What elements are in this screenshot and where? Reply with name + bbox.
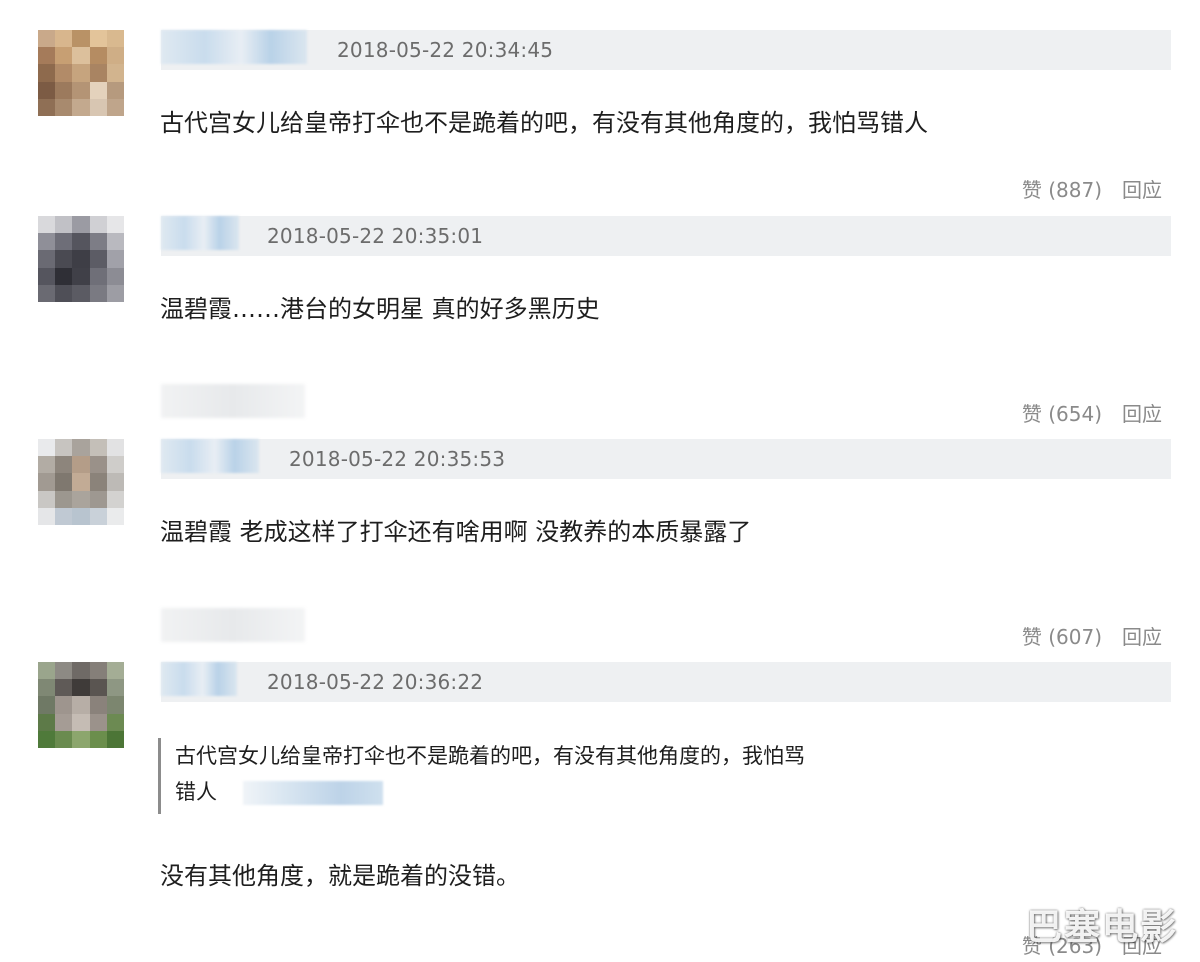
like-label: 赞: [1021, 625, 1042, 649]
reply-button[interactable]: 回应: [1122, 402, 1162, 426]
quoted-comment: 古代宫女儿给皇帝打伞也不是跪着的吧，有没有其他角度的，我怕骂 错人: [158, 738, 918, 814]
comment-text: 温碧霞 老成这样了打伞还有啥用啊 没教养的本质暴露了: [160, 518, 752, 546]
like-button[interactable]: 赞 (607): [1022, 625, 1102, 649]
comment-text: 没有其他角度，就是跪着的没错。: [160, 862, 520, 890]
comment-actions: 赞 (607) 回应: [1022, 621, 1162, 650]
avatar[interactable]: [38, 439, 124, 525]
like-label: 赞: [1021, 402, 1042, 426]
username[interactable]: [161, 216, 239, 250]
quote-line: 古代宫女儿给皇帝打伞也不是跪着的吧，有没有其他角度的，我怕骂: [175, 744, 805, 768]
username[interactable]: [161, 439, 259, 473]
username[interactable]: [161, 662, 237, 696]
comment-header: 2018-05-22 20:36:22: [161, 662, 1171, 702]
like-count: (887): [1048, 178, 1102, 202]
comment-timestamp: 2018-05-22 20:36:22: [267, 670, 484, 694]
like-button[interactable]: 赞 (654): [1022, 402, 1102, 426]
comment-text: 温碧霞……港台的女明星 真的好多黑历史: [160, 295, 600, 323]
like-label: 赞: [1021, 178, 1042, 202]
watermark-logo: 巴塞电影: [1025, 907, 1178, 948]
comment-text: 古代宫女儿给皇帝打伞也不是跪着的吧，有没有其他角度的，我怕骂错人: [160, 109, 928, 137]
username[interactable]: [161, 30, 307, 64]
like-count: (607): [1048, 625, 1102, 649]
reply-button[interactable]: 回应: [1122, 178, 1162, 202]
reply-button[interactable]: 回应: [1122, 625, 1162, 649]
quoted-username[interactable]: [243, 781, 383, 805]
avatar[interactable]: [38, 216, 124, 302]
quote-line: 错人: [175, 780, 217, 804]
like-count: (654): [1048, 402, 1102, 426]
like-button[interactable]: 赞 (887): [1022, 178, 1102, 202]
comment-actions: 赞 (887) 回应: [1022, 174, 1162, 203]
blurred-username: [161, 608, 305, 642]
avatar[interactable]: [38, 30, 124, 116]
comment-timestamp: 2018-05-22 20:35:53: [289, 447, 506, 471]
comment-actions: 赞 (654) 回应: [1022, 398, 1162, 427]
comment-timestamp: 2018-05-22 20:34:45: [337, 38, 554, 62]
comment-header: 2018-05-22 20:34:45: [161, 30, 1171, 70]
comment-header: 2018-05-22 20:35:01: [161, 216, 1171, 256]
comment-header: 2018-05-22 20:35:53: [161, 439, 1171, 479]
blurred-username: [161, 384, 305, 418]
avatar[interactable]: [38, 662, 124, 748]
comment-timestamp: 2018-05-22 20:35:01: [267, 224, 484, 248]
